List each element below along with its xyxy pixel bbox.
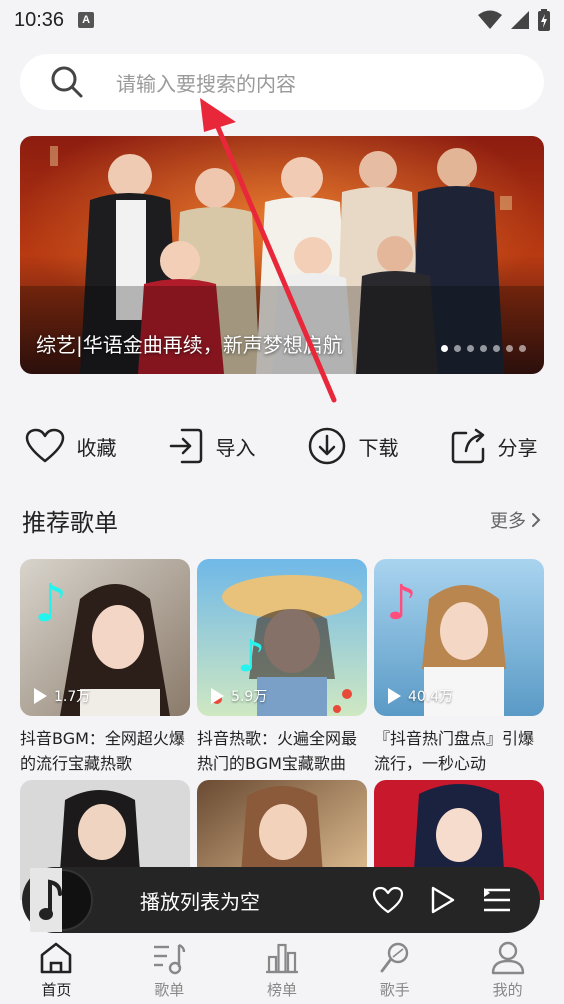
tab-label: 歌单 [154, 980, 185, 999]
play-icon [34, 688, 47, 704]
download-icon [308, 427, 345, 465]
play-count-label: 40.4万 [408, 689, 454, 705]
play-count-label: 5.9万 [231, 689, 268, 705]
banner-caption: 综艺|华语金曲再续，新声梦想启航 [36, 333, 343, 357]
favorite-button[interactable]: 收藏 [0, 418, 141, 474]
playlist-title: 『抖音热门盘点』引爆流行，一秒心动 [374, 729, 535, 773]
banner-indicator [441, 345, 526, 352]
tab-label: 榜单 [266, 980, 297, 999]
tab-singers[interactable]: 歌手 [338, 936, 451, 1004]
home-icon [41, 942, 72, 973]
import-icon [169, 428, 202, 464]
quick-actions: 收藏 导入 下载 分享 [0, 418, 564, 474]
banner-dot [480, 345, 487, 352]
play-button-icon[interactable] [430, 885, 456, 915]
play-icon [211, 688, 224, 704]
status-bar: 10:36 A [0, 0, 564, 40]
user-icon [491, 941, 524, 974]
search-bar[interactable]: 请输入要搜索的内容 [20, 54, 544, 110]
singer-icon [380, 942, 408, 972]
banner-dot [467, 345, 474, 352]
playlist-cover[interactable]: ♪ 5.9万 [197, 559, 367, 716]
tab-charts[interactable]: 榜单 [226, 936, 339, 1004]
tab-playlists[interactable]: 歌单 [113, 936, 226, 1004]
download-button[interactable]: 下载 [282, 418, 423, 474]
search-input[interactable]: 请输入要搜索的内容 [116, 68, 296, 97]
import-button[interactable]: 导入 [141, 418, 282, 474]
play-count: 40.4万 [386, 686, 453, 706]
more-label: 更多 [490, 511, 526, 532]
bottom-tab-bar: 首页 歌单 榜单 歌手 我的 [0, 936, 564, 1004]
banner-carousel[interactable]: 综艺|华语金曲再续，新声梦想启航 [20, 136, 544, 374]
banner-dot [493, 345, 500, 352]
section-title: 推荐歌单 [22, 508, 118, 537]
banner-dot [441, 345, 448, 352]
heart-icon [25, 428, 64, 463]
tab-home[interactable]: 首页 [0, 936, 113, 1004]
player-controls [372, 885, 512, 915]
recommended-header: 推荐歌单 更多 [22, 500, 542, 540]
favorite-label: 收藏 [76, 435, 117, 460]
tab-label: 首页 [41, 980, 72, 999]
tab-label: 我的 [492, 980, 523, 999]
download-label: 下载 [358, 435, 399, 460]
playlist-title: 抖音BGM：全网超火爆的流行宝藏热歌 [20, 729, 185, 773]
notification-icon: A [78, 12, 95, 28]
banner-dot [454, 345, 461, 352]
playlist-card[interactable]: ♪ 5.9万 抖音热歌：火遍全网最热门的BGM宝藏歌曲 [197, 559, 367, 776]
svg-text:♪: ♪ [237, 631, 265, 682]
share-button[interactable]: 分享 [423, 418, 564, 474]
search-icon [51, 66, 83, 98]
chart-icon [265, 943, 298, 973]
svg-text:♪: ♪ [34, 574, 67, 634]
mini-player[interactable]: 播放列表为空 [22, 867, 540, 933]
playlist-title: 抖音热歌：火遍全网最热门的BGM宝藏歌曲 [197, 729, 358, 773]
chevron-right-icon [532, 513, 541, 527]
playlist-card[interactable]: ♪ 40.4万 『抖音热门盘点』引爆流行，一秒心动 [374, 559, 544, 776]
tab-label: 歌手 [379, 980, 410, 999]
status-icons [478, 9, 550, 31]
playlist-queue-icon[interactable] [482, 886, 512, 914]
play-count-label: 1.7万 [54, 689, 91, 705]
play-count: 5.9万 [209, 686, 267, 706]
tab-mine[interactable]: 我的 [451, 936, 564, 1004]
status-time: 10:36 [14, 8, 65, 31]
album-disc[interactable] [30, 868, 94, 932]
play-icon [388, 688, 401, 704]
battery-icon [538, 9, 550, 31]
share-label: 分享 [497, 435, 538, 460]
import-label: 导入 [215, 435, 256, 460]
like-icon[interactable] [372, 886, 404, 914]
banner-dot [506, 345, 513, 352]
play-count: 1.7万 [32, 686, 90, 706]
player-status: 播放列表为空 [140, 889, 260, 914]
svg-text:♪: ♪ [386, 575, 417, 631]
playlist-icon [154, 943, 186, 974]
playlist-cover[interactable]: ♪ 40.4万 [374, 559, 544, 716]
playlist-cover[interactable]: ♪ 1.7万 [20, 559, 190, 716]
playlist-card[interactable]: ♪ 1.7万 抖音BGM：全网超火爆的流行宝藏热歌 [20, 559, 190, 776]
music-note-icon [30, 868, 93, 932]
more-button[interactable]: 更多 [490, 507, 542, 533]
signal-icon [511, 11, 529, 29]
banner-dot [519, 345, 526, 352]
wifi-icon [478, 10, 502, 29]
share-icon [451, 428, 484, 464]
